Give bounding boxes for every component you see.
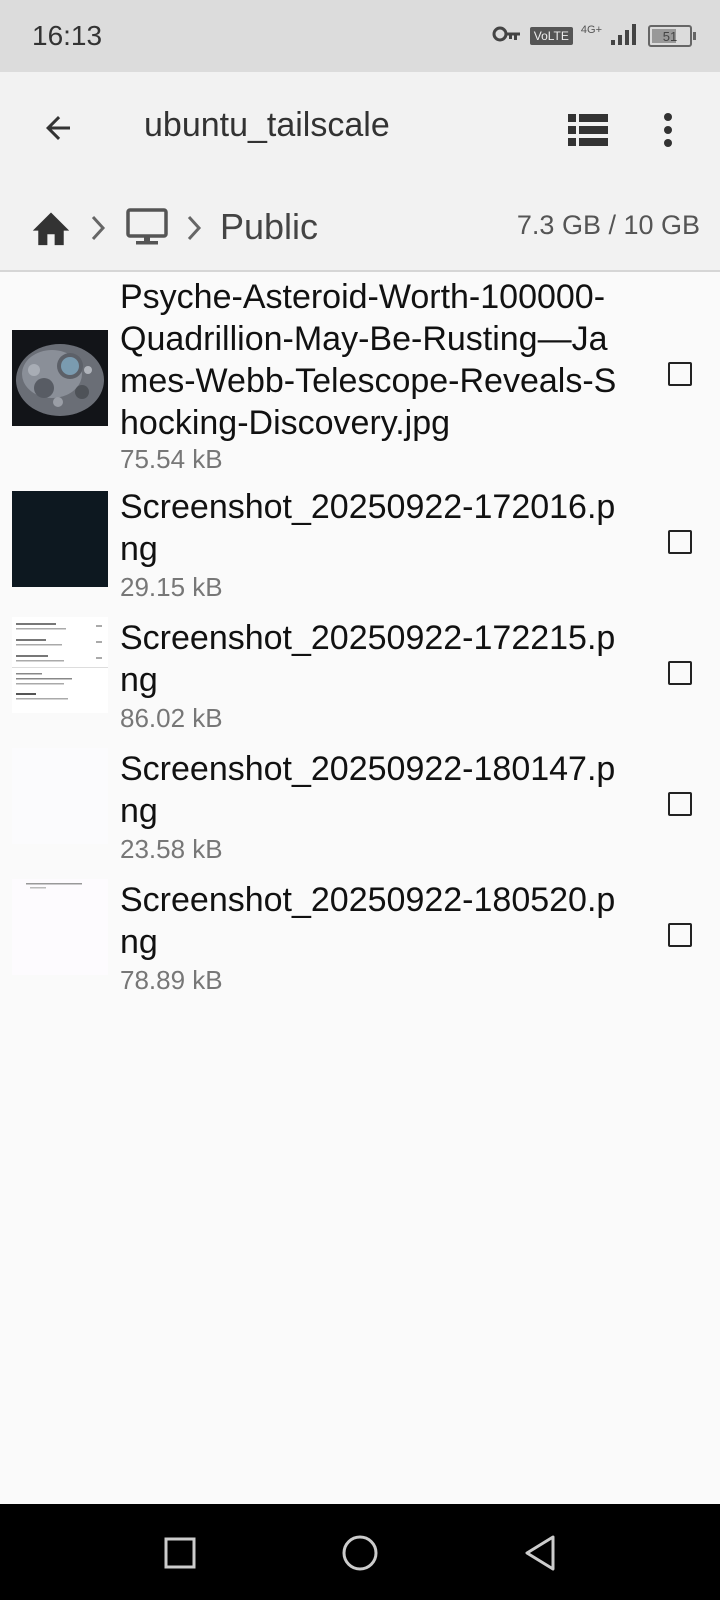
status-bar: 16:13 VoLTE 4G+ 51 — [0, 0, 720, 72]
home-icon — [32, 212, 70, 246]
more-vert-icon — [664, 113, 672, 147]
nav-recent-button[interactable] — [153, 1526, 207, 1580]
file-size: 29.15 kB — [120, 572, 223, 602]
breadcrumb-home[interactable] — [26, 204, 76, 250]
vpn-key-icon — [492, 25, 522, 48]
list-item[interactable]: Screenshot_20250922-180520.png 78.89 kB — [0, 873, 720, 1004]
file-size: 75.54 kB — [120, 444, 223, 474]
more-options-button[interactable] — [638, 100, 698, 160]
computer-icon — [126, 208, 168, 245]
file-list: Psyche-Asteroid-Worth-100000-Quadrillion… — [0, 272, 720, 1004]
file-checkbox[interactable] — [668, 661, 692, 685]
file-size: 86.02 kB — [120, 703, 223, 733]
breadcrumb: Public 7.3 GB / 10 GB — [0, 184, 720, 272]
system-nav-bar — [0, 1504, 720, 1600]
circle-icon — [342, 1535, 378, 1571]
list-item[interactable]: Screenshot_20250922-180147.png 23.58 kB — [0, 742, 720, 873]
file-name: Screenshot_20250922-180147.png — [120, 750, 616, 830]
file-checkbox[interactable] — [668, 530, 692, 554]
volte-badge: VoLTE — [529, 27, 573, 45]
file-thumbnail — [12, 491, 108, 587]
breadcrumb-computer[interactable] — [122, 204, 172, 250]
file-thumbnail — [12, 617, 108, 713]
app-bar: ubuntu_tailscale — [0, 72, 720, 184]
file-checkbox[interactable] — [668, 362, 692, 386]
list-item[interactable]: Screenshot_20250922-172016.png 29.15 kB — [0, 480, 720, 611]
arrow-left-icon — [46, 116, 70, 140]
storage-usage: 7.3 GB / 10 GB — [516, 210, 700, 240]
file-name: Screenshot_20250922-180520.png — [120, 881, 616, 961]
back-button[interactable] — [28, 98, 88, 158]
chevron-right-icon — [182, 210, 206, 246]
file-thumbnail — [12, 879, 108, 975]
status-time: 16:13 — [32, 20, 103, 51]
file-checkbox[interactable] — [668, 923, 692, 947]
list-item[interactable]: Psyche-Asteroid-Worth-100000-Quadrillion… — [0, 272, 720, 480]
file-size: 23.58 kB — [120, 834, 223, 864]
nav-back-button[interactable] — [513, 1526, 567, 1580]
status-icons: VoLTE 4G+ 51 — [492, 20, 696, 52]
signal-icon — [610, 22, 640, 51]
file-name: Psyche-Asteroid-Worth-100000-Quadrillion… — [120, 278, 617, 442]
file-thumbnail — [12, 748, 108, 844]
file-checkbox[interactable] — [668, 792, 692, 816]
triangle-icon — [525, 1535, 555, 1571]
list-view-icon — [568, 114, 608, 146]
square-icon — [164, 1537, 196, 1569]
file-name: Screenshot_20250922-172016.png — [120, 488, 616, 568]
network-type-label: 4G+ — [580, 23, 602, 36]
page-title: ubuntu_tailscale — [144, 106, 390, 144]
file-size: 78.89 kB — [120, 965, 223, 995]
file-thumbnail — [12, 330, 108, 426]
battery-icon: 51 — [648, 25, 696, 47]
battery-level: 51 — [662, 28, 678, 44]
file-name: Screenshot_20250922-172215.png — [120, 619, 616, 699]
nav-home-button[interactable] — [333, 1526, 387, 1580]
breadcrumb-current-folder[interactable]: Public — [220, 206, 318, 248]
chevron-right-icon — [86, 210, 110, 246]
list-view-button[interactable] — [558, 100, 618, 160]
list-item[interactable]: Screenshot_20250922-172215.png 86.02 kB — [0, 611, 720, 742]
